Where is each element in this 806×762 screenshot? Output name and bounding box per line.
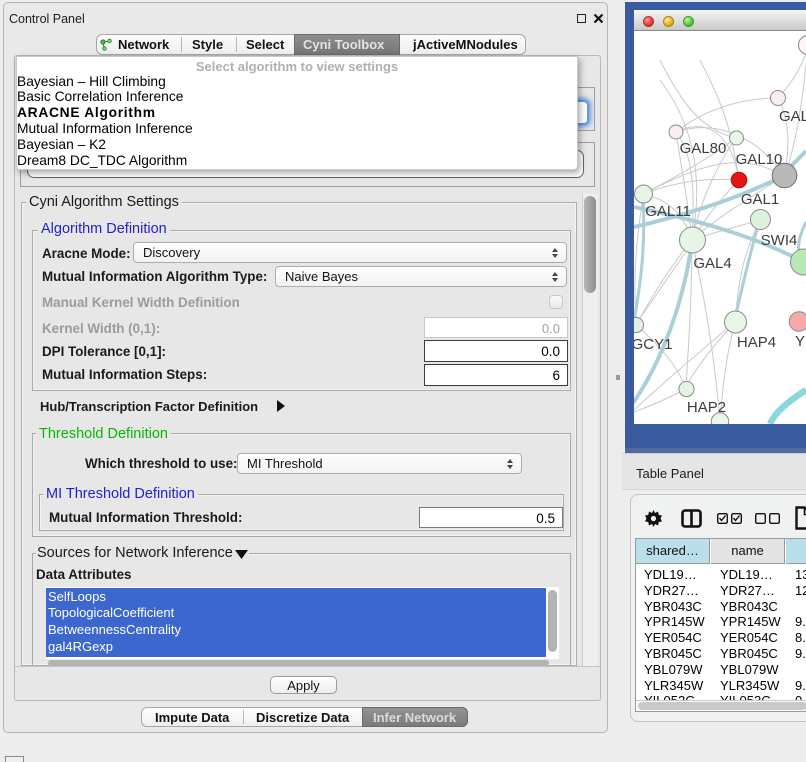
svg-text:GCY1: GCY1 [634,336,672,353]
svg-text:GAL4: GAL4 [693,255,731,272]
svg-text:GAL80: GAL80 [680,140,727,157]
svg-text:HAP4: HAP4 [737,334,776,351]
svg-text:GAL: GAL [779,108,806,125]
svg-text:YD: YD [795,333,806,350]
svg-text:SWI4: SWI4 [761,232,798,249]
svg-text:HAP2: HAP2 [687,399,726,416]
svg-text:GAL11: GAL11 [645,203,691,220]
svg-text:GAL1: GAL1 [741,191,779,208]
svg-text:GAL10: GAL10 [736,151,783,168]
